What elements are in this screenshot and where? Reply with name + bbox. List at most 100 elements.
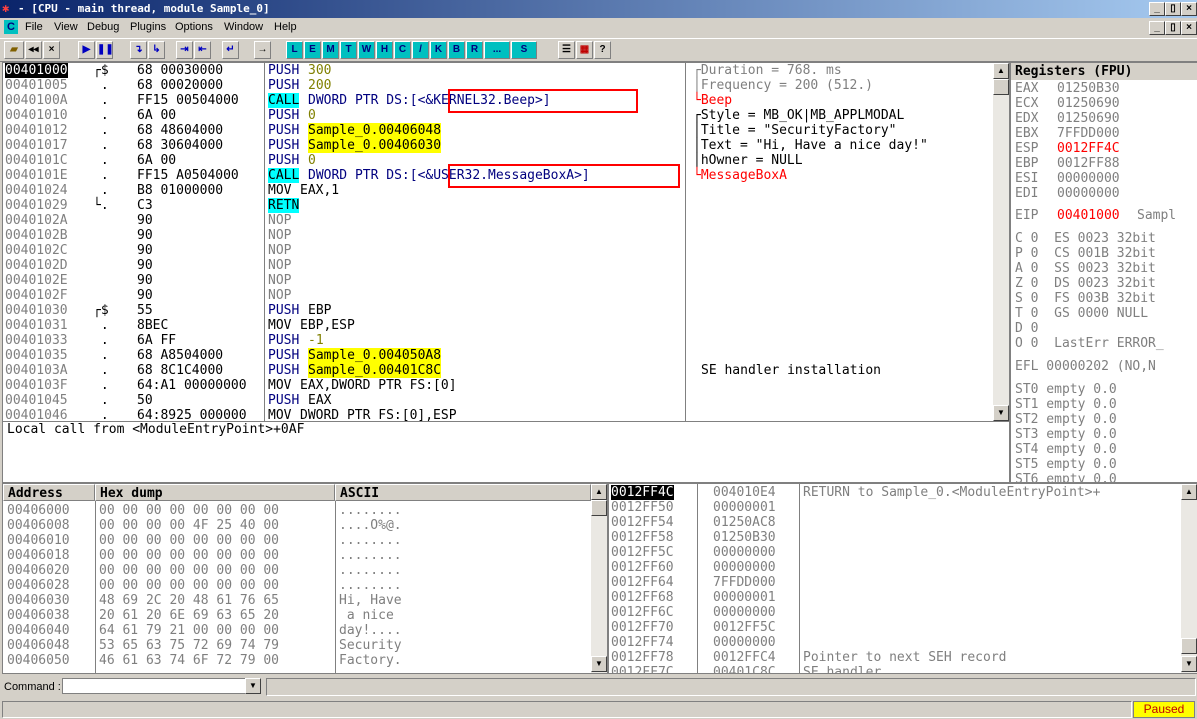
child-window-icon[interactable]: C: [4, 20, 18, 34]
close-button[interactable]: ×: [1181, 2, 1197, 16]
dump-ascii[interactable]: Hi, Have: [339, 593, 402, 608]
dump-ascii[interactable]: ........: [339, 533, 402, 548]
disassembly-scrollbar[interactable]: ▲ ▼: [993, 63, 1009, 422]
command-input[interactable]: [62, 678, 250, 694]
dump-header-address[interactable]: Address: [3, 484, 95, 501]
minimize-button[interactable]: _: [1149, 2, 1165, 16]
disasm-row[interactable]: 0040102C 90 NOP: [3, 243, 993, 258]
grid-icon[interactable]: ▦: [576, 41, 593, 59]
dump-address[interactable]: 00406048: [7, 638, 70, 653]
stack-value[interactable]: 00000000: [713, 545, 776, 560]
register-value[interactable]: 0012FF88: [1057, 156, 1120, 171]
dump-hex[interactable]: 53 65 63 75 72 69 74 79: [99, 638, 279, 653]
references-window-button[interactable]: R: [466, 41, 483, 59]
dump-hex[interactable]: 46 61 63 74 6F 72 79 00: [99, 653, 279, 668]
app-icon[interactable]: ✱: [2, 2, 15, 15]
eflags-row[interactable]: EFL 00000202 (NO,N: [1015, 359, 1156, 374]
stack-address[interactable]: 0012FF78: [611, 650, 674, 665]
stack-address[interactable]: 0012FF6C: [611, 605, 674, 620]
stack-value[interactable]: 00000001: [713, 590, 776, 605]
disasm-row[interactable]: 0040103F . 64:A1 00000000 MOV EAX,DWORD PTR…: [3, 378, 993, 393]
stack-pane[interactable]: 0012FF4C 004010E4 RETURN to Sample_0.<Modu…: [608, 483, 1197, 674]
stack-address[interactable]: 0012FF74: [611, 635, 674, 650]
stack-address[interactable]: 0012FF5C: [611, 545, 674, 560]
dump-ascii[interactable]: ....O%@.: [339, 518, 402, 533]
disasm-row[interactable]: 00401035 . 68 A8504000 PUSH Sample_0.004050…: [3, 348, 993, 363]
stop-icon[interactable]: ×: [43, 41, 60, 59]
flag-row[interactable]: O 0 LastErr ERROR_: [1015, 336, 1164, 351]
dump-address[interactable]: 00406040: [7, 623, 70, 638]
restore-button[interactable]: ▯: [1165, 2, 1181, 16]
dump-address[interactable]: 00406030: [7, 593, 70, 608]
disasm-row[interactable]: 00401029 └. C3 RETN: [3, 198, 993, 213]
stack-value[interactable]: 0012FFC4: [713, 650, 776, 665]
flag-row[interactable]: C 0 ES 0023 32bit: [1015, 231, 1156, 246]
dump-address[interactable]: 00406018: [7, 548, 70, 563]
stack-value[interactable]: 00000000: [713, 635, 776, 650]
call-stack-window-button[interactable]: K: [430, 41, 447, 59]
menu-options[interactable]: Options: [175, 21, 213, 33]
execute-till-return-icon[interactable]: ↵: [222, 41, 239, 59]
scroll-thumb[interactable]: [993, 79, 1009, 95]
source-window-button[interactable]: S: [511, 41, 537, 59]
dump-scrollbar[interactable]: ▲ ▼: [591, 484, 607, 673]
dump-hex[interactable]: 20 61 20 6E 69 63 65 20: [99, 608, 279, 623]
register-value[interactable]: 7FFDD000: [1057, 126, 1120, 141]
child-minimize-button[interactable]: _: [1149, 21, 1165, 35]
fpu-register-row[interactable]: ST4 empty 0.0: [1015, 442, 1117, 457]
register-value[interactable]: 00401000: [1057, 208, 1120, 223]
scroll-down-icon[interactable]: ▼: [993, 405, 1009, 421]
pause-icon[interactable]: ❚❚: [96, 41, 114, 59]
dump-ascii[interactable]: ........: [339, 563, 402, 578]
dump-ascii[interactable]: ........: [339, 503, 402, 518]
dump-ascii[interactable]: Security: [339, 638, 402, 653]
flag-row[interactable]: T 0 GS 0000 NULL: [1015, 306, 1148, 321]
dump-hex[interactable]: 00 00 00 00 00 00 00 00: [99, 563, 279, 578]
dump-ascii[interactable]: Factory.: [339, 653, 402, 668]
flag-row[interactable]: D 0: [1015, 321, 1038, 336]
stack-address[interactable]: 0012FF50: [611, 500, 674, 515]
flag-row[interactable]: Z 0 DS 0023 32bit: [1015, 276, 1156, 291]
dump-address[interactable]: 00406010: [7, 533, 70, 548]
fpu-register-row[interactable]: ST3 empty 0.0: [1015, 427, 1117, 442]
threads-window-button[interactable]: T: [340, 41, 357, 59]
register-value[interactable]: 01250690: [1057, 96, 1120, 111]
menu-plugins[interactable]: Plugins: [130, 21, 166, 33]
dump-address[interactable]: 00406020: [7, 563, 70, 578]
stack-address[interactable]: 0012FF7C: [611, 665, 674, 673]
trace-into-icon[interactable]: ⇥: [176, 41, 193, 59]
fpu-register-row[interactable]: ST1 empty 0.0: [1015, 397, 1117, 412]
cpu-window-button[interactable]: C: [394, 41, 411, 59]
dump-ascii[interactable]: day!....: [339, 623, 402, 638]
disasm-row[interactable]: 0040102D 90 NOP: [3, 258, 993, 273]
menu-file[interactable]: File: [25, 21, 43, 33]
stack-address[interactable]: 0012FF64: [611, 575, 674, 590]
register-value[interactable]: 01250690: [1057, 111, 1120, 126]
dump-hex[interactable]: 00 00 00 00 00 00 00 00: [99, 533, 279, 548]
dump-ascii[interactable]: a nice: [339, 608, 402, 623]
disasm-row[interactable]: 00401033 . 6A FF PUSH -1: [3, 333, 993, 348]
scroll-thumb[interactable]: [591, 500, 607, 516]
dump-hex[interactable]: 48 69 2C 20 48 61 76 65: [99, 593, 279, 608]
register-value[interactable]: 00000000: [1057, 186, 1120, 201]
register-value[interactable]: 0012FF4C: [1057, 141, 1120, 156]
child-restore-button[interactable]: ▯: [1165, 21, 1181, 35]
scroll-thumb[interactable]: [1181, 638, 1197, 654]
flag-row[interactable]: P 0 CS 001B 32bit: [1015, 246, 1156, 261]
dump-ascii[interactable]: ........: [339, 548, 402, 563]
child-close-button[interactable]: ×: [1181, 21, 1197, 35]
open-icon[interactable]: ▰: [4, 41, 24, 59]
stack-value[interactable]: 00000000: [713, 560, 776, 575]
stack-address[interactable]: 0012FF54: [611, 515, 674, 530]
menu-window[interactable]: Window: [224, 21, 263, 33]
dump-header-ascii[interactable]: ASCII: [335, 484, 591, 501]
stack-scrollbar[interactable]: ▲ ▼: [1181, 484, 1197, 673]
dump-address[interactable]: 00406038: [7, 608, 70, 623]
scroll-up-icon[interactable]: ▲: [993, 63, 1009, 79]
dump-hex[interactable]: 00 00 00 00 00 00 00 00: [99, 503, 279, 518]
menu-debug[interactable]: Debug: [87, 21, 119, 33]
dump-hex[interactable]: 00 00 00 00 00 00 00 00: [99, 578, 279, 593]
windows-window-button[interactable]: W: [358, 41, 375, 59]
dump-header-hex[interactable]: Hex dump: [95, 484, 335, 501]
modules-window-button[interactable]: E: [304, 41, 321, 59]
